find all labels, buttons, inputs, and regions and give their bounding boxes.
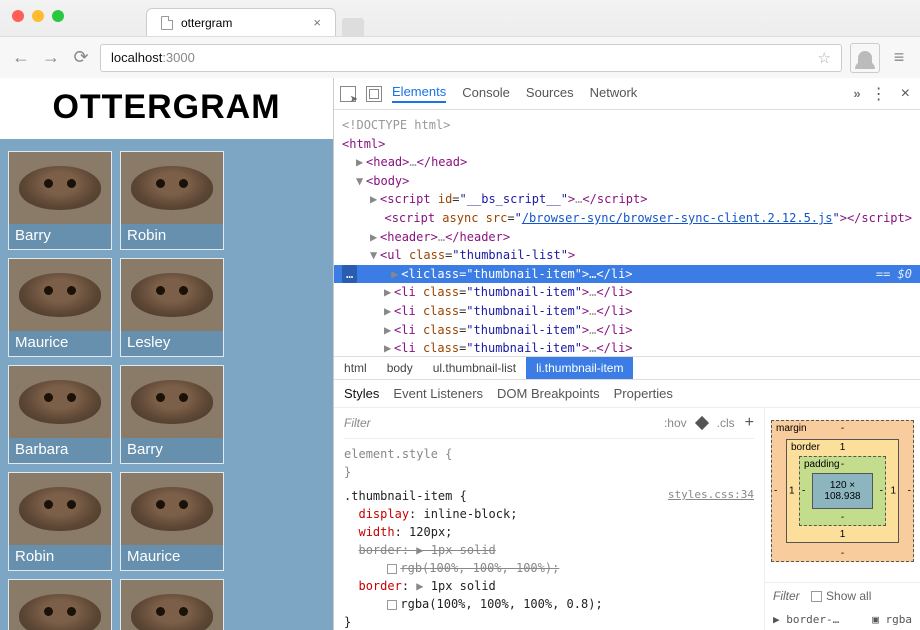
- browser-tab[interactable]: ottergram ×: [146, 8, 336, 36]
- tab-bar: ottergram ×: [76, 0, 920, 36]
- thumbnail-caption: Maurice: [121, 545, 223, 570]
- devtools-toolbar: Elements Console Sources Network » ⋮ ×: [334, 78, 920, 110]
- devtools-tab-network[interactable]: Network: [590, 85, 638, 102]
- dom-tree[interactable]: <!DOCTYPE html> <html> ▶<head>…</head> ▼…: [334, 110, 920, 356]
- thumbnail-image: [9, 152, 111, 224]
- devtools-menu-icon[interactable]: ⋮: [871, 84, 887, 104]
- thumbnail-item[interactable]: Robin: [120, 151, 224, 250]
- thumbnail-image: [9, 259, 111, 331]
- thumbnail-image: [9, 473, 111, 545]
- styles-tab[interactable]: DOM Breakpoints: [497, 386, 600, 401]
- rule-source-link[interactable]: styles.css:34: [668, 487, 754, 504]
- thumbnail-image: [121, 259, 223, 331]
- thumbnail-item[interactable]: Maurice: [120, 472, 224, 571]
- reload-button[interactable]: ⟳: [70, 47, 92, 68]
- box-model-content: 120 × 108.938: [812, 473, 873, 509]
- computed-filter-input[interactable]: Filter: [773, 589, 800, 603]
- address-bar[interactable]: localhost:3000 ☆: [100, 44, 842, 72]
- styles-tab[interactable]: Properties: [614, 386, 673, 401]
- browser-menu-icon[interactable]: ≡: [888, 47, 910, 68]
- devtools-tab-console[interactable]: Console: [462, 85, 510, 102]
- computed-sidebar: margin ---- border 1111 padding ---- 120…: [764, 408, 920, 630]
- forward-button[interactable]: →: [40, 47, 62, 68]
- thumbnail-image: [9, 580, 111, 630]
- thumbnail-image: [121, 473, 223, 545]
- show-all-checkbox[interactable]: [811, 591, 822, 602]
- color-swatch-icon[interactable]: [387, 564, 397, 574]
- url-host: localhost: [111, 50, 162, 65]
- profile-button[interactable]: [850, 43, 880, 73]
- devtools-panel-tabs: Elements Console Sources Network: [392, 84, 843, 103]
- back-button[interactable]: ←: [10, 47, 32, 68]
- new-style-rule-icon[interactable]: +: [745, 414, 754, 432]
- styles-tab[interactable]: Styles: [344, 386, 379, 401]
- inspect-element-icon[interactable]: [340, 86, 356, 102]
- styles-panel-tabs: Styles Event Listeners DOM Breakpoints Prop…: [334, 380, 920, 408]
- styles-filter-bar: Filter :hov .cls +: [344, 412, 754, 439]
- device-toolbar-icon[interactable]: [366, 86, 382, 102]
- thumbnail-caption: Robin: [121, 224, 223, 249]
- breadcrumb[interactable]: html: [334, 357, 377, 379]
- thumbnail-item[interactable]: Robin: [8, 472, 112, 571]
- thumbnail-image: [9, 366, 111, 438]
- styles-filter-input[interactable]: Filter: [344, 416, 654, 430]
- close-window-icon[interactable]: [12, 10, 24, 22]
- page-icon: [161, 16, 173, 30]
- url-path: :3000: [162, 50, 195, 65]
- thumbnail-item[interactable]: Lesley: [120, 258, 224, 357]
- devtools-tab-elements[interactable]: Elements: [392, 84, 446, 103]
- thumbnail-item[interactable]: Barbara: [8, 365, 112, 464]
- dom-breadcrumbs: htmlbodyul.thumbnail-listli.thumbnail-it…: [334, 356, 920, 380]
- computed-properties[interactable]: ▶ border-… ▣ rgba: [765, 609, 920, 630]
- tab-title: ottergram: [181, 16, 232, 30]
- dom-selected-node[interactable]: …▶<li class="thumbnail-item">…</li>== $0: [334, 265, 920, 284]
- thumbnail-image: [121, 152, 223, 224]
- overflow-panels-icon[interactable]: »: [853, 86, 860, 101]
- thumbnail-caption: Barry: [9, 224, 111, 249]
- thumbnail-caption: Barry: [121, 438, 223, 463]
- thumbnail-item[interactable]: Barry: [8, 151, 112, 250]
- thumbnail-caption: Lesley: [121, 331, 223, 356]
- window-traffic-lights: [0, 0, 76, 22]
- breadcrumb[interactable]: li.thumbnail-item: [526, 357, 633, 379]
- bookmark-star-icon[interactable]: ☆: [818, 49, 831, 67]
- thumbnail-image: [121, 580, 223, 630]
- nav-toolbar: ← → ⟳ localhost:3000 ☆ ≡: [0, 36, 920, 78]
- thumbnail-caption: Robin: [9, 545, 111, 570]
- user-icon: [858, 51, 872, 65]
- thumbnail-list: BarryRobinMauriceLesleyBarbaraBarryRobin…: [0, 139, 333, 630]
- thumbnail-item[interactable]: Maurice: [8, 258, 112, 357]
- thumbnail-item[interactable]: Lesley: [8, 579, 112, 630]
- page-header: OTTERGRAM: [0, 78, 333, 139]
- hov-toggle[interactable]: :hov: [664, 416, 687, 430]
- cls-toggle[interactable]: .cls: [717, 416, 735, 430]
- breadcrumb[interactable]: body: [377, 357, 423, 379]
- thumbnail-item[interactable]: Barbara: [120, 579, 224, 630]
- minimize-window-icon[interactable]: [32, 10, 44, 22]
- styles-tab[interactable]: Event Listeners: [393, 386, 483, 401]
- zoom-window-icon[interactable]: [52, 10, 64, 22]
- styles-pane: Filter :hov .cls + element.style { } sty…: [334, 408, 764, 630]
- thumbnail-image: [121, 366, 223, 438]
- thumbnail-item[interactable]: Barry: [120, 365, 224, 464]
- devtools-close-icon[interactable]: ×: [897, 85, 914, 103]
- devtools: Elements Console Sources Network » ⋮ × <!DO…: [333, 78, 920, 630]
- close-tab-icon[interactable]: ×: [313, 15, 321, 30]
- new-tab-button[interactable]: [342, 18, 364, 36]
- thumbnail-caption: Barbara: [9, 438, 111, 463]
- page-title: OTTERGRAM: [0, 88, 333, 127]
- devtools-tab-sources[interactable]: Sources: [526, 85, 574, 102]
- box-model[interactable]: margin ---- border 1111 padding ---- 120…: [765, 408, 920, 574]
- diamond-icon[interactable]: [695, 416, 709, 430]
- css-rules[interactable]: element.style { } styles.css:34 .thumbna…: [344, 439, 754, 630]
- rendered-page: OTTERGRAM BarryRobinMauriceLesleyBarbara…: [0, 78, 333, 630]
- browser-chrome: ottergram × ← → ⟳ localhost:3000 ☆ ≡: [0, 0, 920, 78]
- breadcrumb[interactable]: ul.thumbnail-list: [423, 357, 526, 379]
- dom-doctype: <!DOCTYPE html>: [342, 116, 912, 135]
- color-swatch-icon[interactable]: [387, 600, 397, 610]
- thumbnail-caption: Maurice: [9, 331, 111, 356]
